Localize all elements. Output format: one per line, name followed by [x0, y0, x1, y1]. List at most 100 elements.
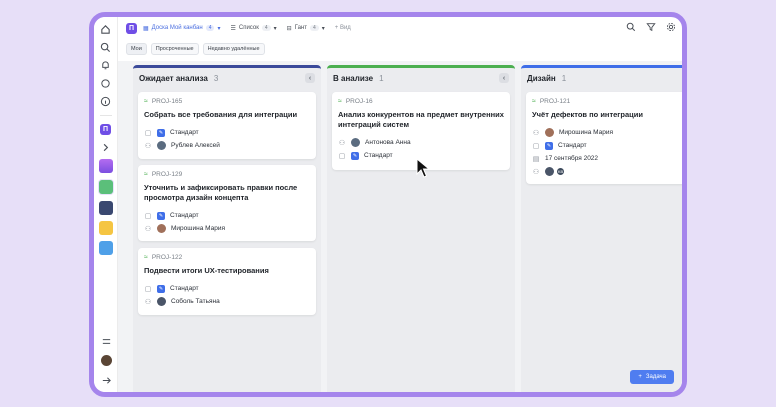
filter-overdue[interactable]: Просроченные	[150, 43, 199, 55]
task-type-icon: ✎	[545, 141, 553, 150]
project-icon[interactable]: П	[100, 124, 111, 135]
app-smile-icon[interactable]	[98, 221, 113, 235]
task-card[interactable]: ≈ PROJ-129 Уточнить и зафиксировать правк…	[138, 165, 316, 241]
priority-icon: ≈	[338, 98, 342, 105]
chevron-right-icon[interactable]	[100, 141, 112, 153]
assignee-name: Рублев Алексей	[171, 142, 220, 149]
arrow-right-icon[interactable]	[100, 374, 112, 386]
gear-icon[interactable]	[666, 22, 676, 34]
priority-icon: ≈	[144, 98, 148, 105]
column-count: 1	[379, 73, 384, 83]
app-stack-icon[interactable]	[98, 201, 113, 215]
column-header: В анализе 1 ‹	[327, 68, 515, 88]
task-key: PROJ-121	[539, 98, 571, 105]
column-in-analysis: В анализе 1 ‹ ≈ PROJ-16 Анализ конкуренто…	[327, 65, 515, 392]
priority-icon: ≈	[144, 254, 148, 261]
priority-icon: ≈	[144, 171, 148, 178]
quick-filters: Мои Просроченные Недавно удалённые	[126, 43, 265, 55]
app-tracker-icon[interactable]	[98, 159, 113, 173]
column-header: Дизайн 1	[521, 68, 682, 88]
task-card[interactable]: ≈ PROJ-121 Учёт дефектов по интеграции ⚇ М…	[526, 92, 682, 184]
home-icon[interactable]	[100, 23, 112, 35]
rail-bottom	[94, 335, 118, 386]
task-type-icon: ✎	[351, 151, 359, 160]
add-task-button[interactable]: + Задача	[630, 370, 674, 384]
column-title: Ожидает анализа	[139, 73, 208, 83]
task-type: Стандарт	[558, 142, 587, 149]
task-card[interactable]: ≈ PROJ-122 Подвести итоги UX-тестирования…	[138, 248, 316, 315]
avatar-initials: KB	[556, 167, 565, 176]
add-task-label: Задача	[645, 374, 666, 380]
top-bar: П ▦ Доска Мой канбан 4 ▾ ☰ Список 4 ▾ ⊟ …	[118, 17, 682, 39]
tab-gantt-count: 4	[309, 25, 319, 31]
collapse-column-button[interactable]: ‹	[499, 73, 509, 83]
task-title: Собрать все требования для интеграции	[144, 110, 298, 119]
task-type: Стандарт	[170, 129, 199, 136]
avatar	[157, 224, 166, 233]
column-awaiting-analysis: Ожидает анализа 3 ‹ ≈ PROJ-165 Собрать вс…	[133, 65, 321, 392]
tab-list[interactable]: ☰ Список 4 ▾	[230, 25, 277, 32]
avatar	[157, 141, 166, 150]
collapse-column-button[interactable]: ‹	[305, 73, 315, 83]
column-header: Ожидает анализа 3 ‹	[133, 68, 321, 88]
tab-list-count: 4	[261, 25, 271, 31]
assignee-icon: ⚇	[338, 139, 346, 147]
task-type-icon: ✎	[157, 211, 165, 220]
task-type: Стандарт	[170, 285, 199, 292]
avatar	[545, 167, 554, 176]
column-count: 1	[561, 73, 567, 83]
checkbox-icon: ▢	[338, 152, 346, 160]
tab-board[interactable]: ▦ Доска Мой канбан 4 ▾	[143, 25, 220, 32]
add-view-button[interactable]: + Вид	[335, 25, 351, 31]
checkbox-icon: ▢	[532, 142, 540, 150]
app-wave-icon[interactable]	[98, 241, 113, 255]
search-icon[interactable]	[100, 41, 112, 53]
tab-list-label: Список	[238, 25, 259, 31]
watchers-icon: ⚇	[532, 168, 540, 176]
app-window: П П ▦ Доска Мой канбан 4 ▾ ☰ Список 4 ▾ …	[89, 12, 687, 397]
task-type: Стандарт	[364, 152, 393, 159]
search-icon[interactable]	[626, 22, 636, 34]
task-title: Подвести итоги UX-тестирования	[144, 266, 269, 275]
gantt-icon: ⊟	[286, 25, 292, 32]
assignee-icon: ⚇	[144, 298, 152, 306]
filter-icon[interactable]	[646, 22, 656, 34]
task-type: Стандарт	[170, 212, 199, 219]
column-title: В анализе	[333, 73, 374, 83]
app-heart-icon[interactable]	[98, 180, 113, 194]
mouse-cursor-icon	[416, 158, 430, 178]
assignee-name: Мирошина Мария	[171, 225, 225, 232]
task-title: Учёт дефектов по интеграции	[532, 110, 644, 119]
checkbox-icon: ▢	[144, 285, 152, 293]
filter-recently-deleted[interactable]: Недавно удалённые	[202, 43, 265, 55]
bell-icon[interactable]	[100, 59, 112, 71]
project-badge[interactable]: П	[126, 22, 137, 34]
chat-icon[interactable]	[100, 77, 112, 89]
chevron-down-icon: ▾	[273, 25, 277, 32]
settings-sliders-icon[interactable]	[100, 335, 112, 347]
user-avatar[interactable]	[100, 355, 112, 366]
task-key: PROJ-16	[345, 98, 373, 105]
info-icon[interactable]	[100, 95, 112, 107]
task-card[interactable]: ≈ PROJ-165 Собрать все требования для инт…	[138, 92, 316, 159]
avatar	[351, 138, 360, 147]
kanban-board: Ожидает анализа 3 ‹ ≈ PROJ-165 Собрать вс…	[118, 61, 682, 392]
rail-divider	[99, 115, 112, 116]
task-key: PROJ-122	[151, 254, 183, 261]
tab-gantt[interactable]: ⊟ Гант 4 ▾	[287, 25, 325, 32]
assignee-icon: ⚇	[532, 129, 540, 137]
chevron-down-icon: ▾	[217, 25, 221, 32]
top-actions	[626, 22, 682, 34]
checkbox-icon: ▢	[144, 212, 152, 220]
task-key: PROJ-129	[151, 171, 183, 178]
left-rail: П	[94, 17, 118, 392]
task-type-icon: ✎	[157, 128, 165, 137]
task-title: Уточнить и зафиксировать правки после пр…	[144, 183, 298, 202]
column-design: Дизайн 1 ≈ PROJ-121 Учёт дефектов по инте…	[521, 65, 682, 392]
column-count: 3	[213, 73, 219, 83]
assignee-icon: ⚇	[144, 225, 152, 233]
assignee-name: Мирошина Мария	[559, 129, 613, 136]
filter-mine[interactable]: Мои	[126, 43, 147, 55]
assignee-name: Соболь Татьяна	[171, 298, 220, 305]
tab-gantt-label: Гант	[294, 25, 307, 31]
